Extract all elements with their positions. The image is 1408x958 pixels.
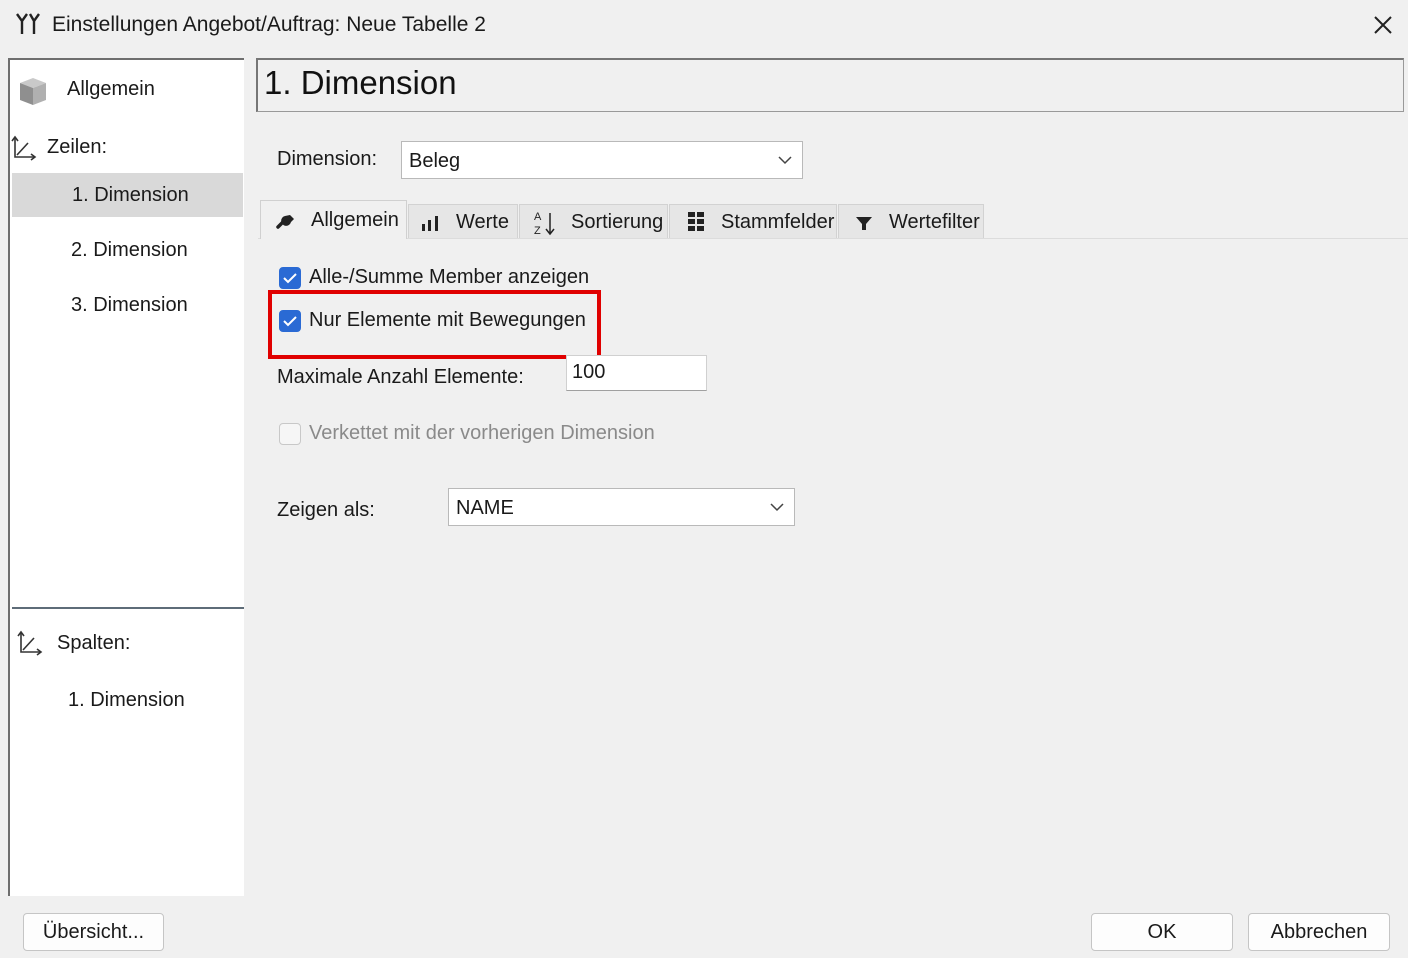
tab-bar-line [258,238,1408,239]
grid-icon [688,212,704,231]
tab-values[interactable]: Werte [408,204,518,238]
nav-row-dimension-2[interactable]: 2. Dimension [71,239,188,262]
svg-text:A: A [534,211,542,223]
show-as-select[interactable]: NAME [448,488,795,526]
axes-icon [17,630,43,656]
nav-rows-heading: Zeilen: [47,136,108,158]
show-all-sum-label: Alle-/Summe Member anzeigen [309,266,590,288]
tab-value-filter-label: Wertefilter [889,211,980,233]
dimension-label: Dimension: [277,148,378,170]
max-elements-value: 100 [572,361,606,383]
svg-text:Z: Z [534,225,541,237]
max-elements-input[interactable]: 100 [566,355,707,391]
nav-columns-heading: Spalten: [57,632,131,654]
show-as-select-value: NAME [456,497,514,519]
tab-general-label: Allgemein [311,209,399,231]
chevron-down-icon [770,503,784,512]
bar-chart-icon [422,216,438,231]
max-elements-label: Maximale Anzahl Elemente: [277,366,524,388]
window-title: Einstellungen Angebot/Auftrag: Neue Tabe… [52,13,486,36]
nav-row-dimension-1[interactable]: 1. Dimension [72,184,189,207]
dimension-select-value: Beleg [409,150,461,172]
close-button[interactable] [1364,6,1402,44]
nav-row-dimension-3[interactable]: 3. Dimension [71,294,188,317]
nav-divider [12,607,244,609]
cancel-button[interactable]: Abbrechen [1248,913,1390,951]
tab-sorting-label: Sortierung [571,211,664,233]
tab-value-filter[interactable]: Wertefilter [838,204,984,238]
tab-sorting[interactable]: A Z Sortierung [519,204,668,238]
filter-icon [856,217,872,230]
wrench-icon [276,215,294,229]
red-highlight-frame [268,290,601,359]
axes-icon [11,135,37,161]
ok-button[interactable]: OK [1091,913,1233,951]
chained-checkbox[interactable] [279,423,301,445]
checkmark-icon [283,273,297,284]
overview-button[interactable]: Übersicht... [23,913,164,951]
tab-master-fields-label: Stammfelder [721,211,835,233]
tab-general[interactable]: Allgemein [260,200,407,239]
page-title: 1. Dimension [264,64,457,101]
tab-master-fields[interactable]: Stammfelder [669,204,837,238]
sort-az-icon: A Z [534,211,555,237]
dimension-select[interactable]: Beleg [401,141,803,179]
chained-label: Verkettet mit der vorherigen Dimension [309,422,655,444]
chevron-down-icon [778,156,792,165]
cube-icon [20,78,46,105]
show-all-sum-checkbox[interactable] [279,267,301,289]
tab-values-label: Werte [456,211,509,233]
close-icon [1374,16,1392,34]
show-as-label: Zeigen als: [277,499,375,521]
settings-tools-icon [16,13,40,34]
nav-column-dimension-1[interactable]: 1. Dimension [68,689,185,712]
nav-general[interactable]: Allgemein [67,78,155,101]
